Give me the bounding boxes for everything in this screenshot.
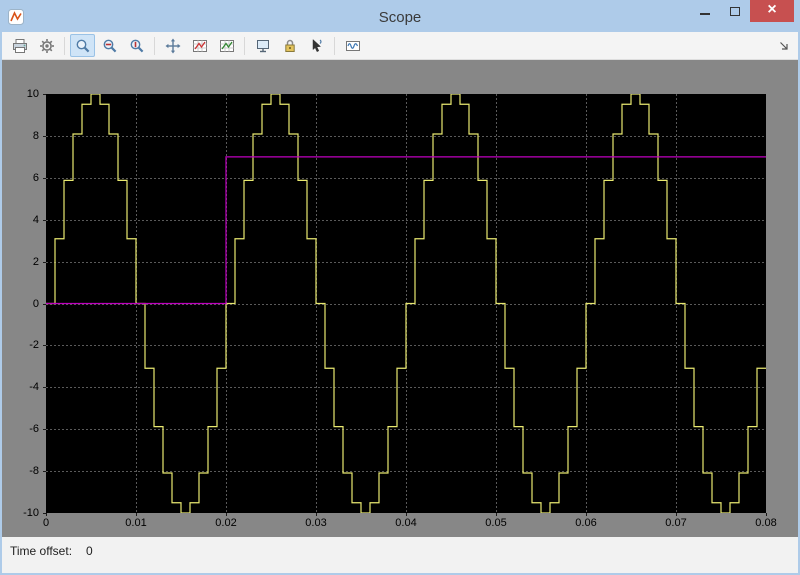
zoom-icon xyxy=(76,39,89,52)
autoscale-button[interactable] xyxy=(160,34,185,57)
y-tick-label: 8 xyxy=(32,129,39,142)
status-bar: Time offset: 0 xyxy=(2,537,798,573)
toolbar-collapse-button[interactable] xyxy=(778,40,790,52)
y-tick-mark xyxy=(43,471,46,472)
y-tick-mark xyxy=(43,220,46,221)
x-tick-label: 0.03 xyxy=(305,517,327,529)
x-tick-mark xyxy=(226,513,227,516)
x-tick-mark xyxy=(496,513,497,516)
minimize-icon xyxy=(700,13,710,15)
toolbar-separator xyxy=(334,36,335,55)
zoom-y-icon xyxy=(130,39,143,52)
toolbar-separator xyxy=(154,36,155,55)
y-tick-mark xyxy=(43,136,46,137)
x-tick-label: 0.02 xyxy=(215,517,237,529)
y-tick-label: 10 xyxy=(26,88,39,100)
scope-window: Scope × -10 -8 -6 -4 -2 0 2 4 6 8 10 0 0… xyxy=(0,0,800,575)
y-tick-label: 4 xyxy=(32,213,39,226)
y-tick-mark xyxy=(43,178,46,179)
restore-axes-icon xyxy=(219,39,234,52)
waveform-icon xyxy=(345,40,360,51)
toolbar-separator xyxy=(244,36,245,55)
y-tick-mark xyxy=(43,345,46,346)
x-tick-label: 0.01 xyxy=(125,517,147,529)
parameters-button[interactable] xyxy=(34,34,59,57)
toolbar xyxy=(2,32,798,60)
time-offset-value: 0 xyxy=(86,544,93,558)
x-tick-mark xyxy=(46,513,47,516)
autoscale-icon xyxy=(165,38,180,53)
floating-scope-button[interactable] xyxy=(250,34,275,57)
close-icon: × xyxy=(767,1,777,18)
window-controls: × xyxy=(690,0,794,22)
toolbar-separator xyxy=(64,36,65,55)
zoom-x-icon xyxy=(103,39,116,52)
save-axes-icon xyxy=(192,39,207,52)
x-tick-label: 0.04 xyxy=(395,517,417,529)
x-tick-mark xyxy=(586,513,587,516)
zoom-y-button[interactable] xyxy=(124,34,149,57)
x-tick-label: 0 xyxy=(42,517,50,529)
x-tick-label: 0.07 xyxy=(665,517,687,529)
y-tick-label: 0 xyxy=(32,297,39,310)
y-tick-label: -2 xyxy=(29,339,39,352)
y-tick-mark xyxy=(43,429,46,430)
y-tick-label: 6 xyxy=(32,171,39,184)
zoom-x-button[interactable] xyxy=(97,34,122,57)
signal-selection-icon xyxy=(312,38,322,52)
x-tick-label: 0.06 xyxy=(575,517,597,529)
x-tick-label: 0.05 xyxy=(485,517,507,529)
chevron-down-right-icon xyxy=(780,41,788,50)
titlebar[interactable]: Scope × xyxy=(2,0,798,32)
y-tick-mark xyxy=(43,262,46,263)
app-icon-graphic xyxy=(8,9,24,25)
y-tick-label: 2 xyxy=(32,255,39,268)
signal-selection-button[interactable] xyxy=(304,34,329,57)
window-title: Scope xyxy=(378,8,422,26)
gear-icon xyxy=(39,38,54,53)
maximize-button[interactable] xyxy=(720,0,750,22)
x-tick-mark xyxy=(766,513,767,516)
x-tick-mark xyxy=(316,513,317,516)
floating-scope-icon xyxy=(256,39,269,52)
x-tick-mark xyxy=(676,513,677,516)
x-tick-label: 0.08 xyxy=(755,517,777,529)
minimize-button[interactable] xyxy=(690,0,720,22)
waveform-parameters-button[interactable] xyxy=(340,34,365,57)
zoom-button[interactable] xyxy=(70,34,95,57)
close-button[interactable]: × xyxy=(750,0,794,22)
print-button[interactable] xyxy=(7,34,32,57)
x-tick-mark xyxy=(406,513,407,516)
y-tick-label: -6 xyxy=(29,423,39,436)
scope-axes[interactable] xyxy=(46,94,766,513)
y-tick-label: -4 xyxy=(29,381,39,394)
maximize-icon xyxy=(730,6,740,16)
y-tick-mark xyxy=(43,94,46,95)
y-tick-mark xyxy=(43,387,46,388)
restore-axes-settings-button[interactable] xyxy=(214,34,239,57)
lock-icon xyxy=(284,39,295,52)
time-offset-label: Time offset: xyxy=(10,544,73,558)
lock-axes-button[interactable] xyxy=(277,34,302,57)
scope-plot xyxy=(46,94,766,513)
y-tick-label: -8 xyxy=(29,465,39,478)
y-tick-mark xyxy=(43,304,46,305)
x-tick-mark xyxy=(136,513,137,516)
figure-area: -10 -8 -6 -4 -2 0 2 4 6 8 10 0 0.01 0.02 0.03 0.04 0.05 0… xyxy=(2,60,798,537)
printer-icon xyxy=(12,38,27,53)
save-axes-settings-button[interactable] xyxy=(187,34,212,57)
simulink-scope-app-icon xyxy=(8,9,24,25)
